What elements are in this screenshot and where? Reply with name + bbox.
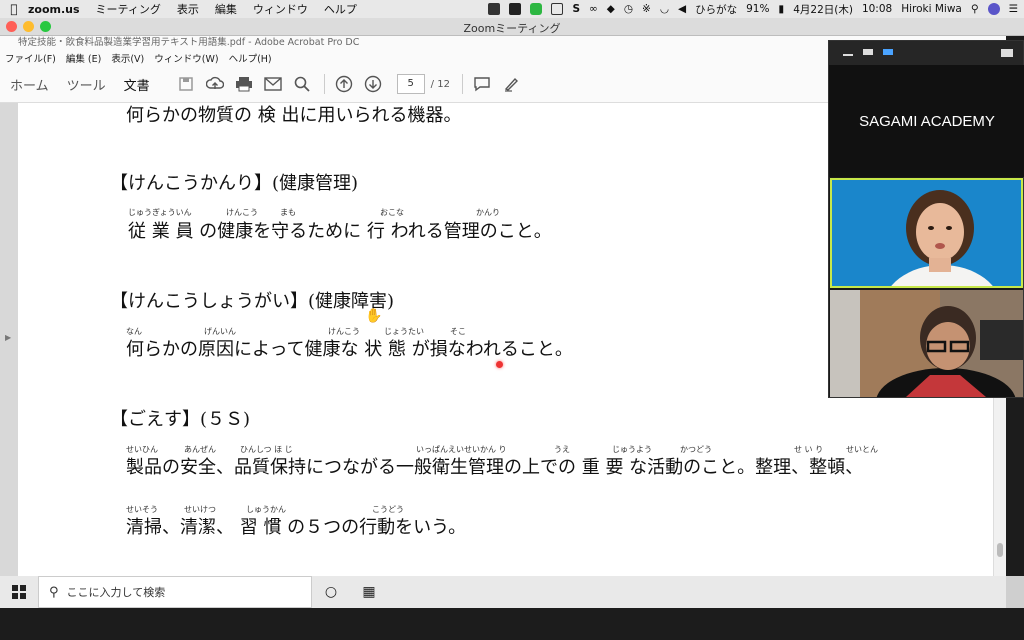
term-heading-goesu: 【ごえす】(５Ｓ) [110, 409, 251, 430]
participant-video-image [830, 290, 1023, 397]
menu-edit[interactable]: 編集 [215, 1, 237, 17]
pen-icon[interactable] [501, 74, 521, 94]
bluetooth-icon[interactable]: ※ [642, 3, 651, 15]
menu-window[interactable]: ウィンドウ(W) [154, 51, 218, 65]
clock-date[interactable]: 4月22日(木) [793, 2, 853, 17]
zoom-titlebar: Zoomミーティング [0, 18, 1024, 36]
control-center-icon[interactable]: ☰ [1009, 3, 1018, 15]
windows-taskbar: ⚲ ここに入力して検索 ○ ▦ [0, 576, 1006, 608]
menu-meeting[interactable]: ミーティング [96, 1, 161, 17]
participant-video-image [832, 180, 1021, 286]
user-name[interactable]: Hiroki Miwa [901, 3, 962, 15]
mac-menubar:  zoom.us ミーティング 表示 編集 ウィンドウ ヘルプ S ∞ ◆ ◷… [0, 0, 1024, 18]
menu-view[interactable]: 表示 [177, 1, 199, 17]
time-machine-icon[interactable]: ◷ [624, 3, 633, 15]
previous-page-icon[interactable] [334, 74, 354, 94]
participant-video-2[interactable] [830, 290, 1023, 397]
menu-view[interactable]: 表示(V) [111, 51, 144, 65]
menu-edit[interactable]: 編集 (E) [66, 51, 101, 65]
screen-bottom-bar [0, 608, 1024, 640]
clock-time[interactable]: 10:08 [862, 3, 892, 15]
gallery-view-icon[interactable] [883, 49, 893, 55]
scrollbar-corner [1006, 576, 1024, 608]
siri-icon[interactable] [987, 3, 1000, 15]
menu-file[interactable]: ファイル(F) [5, 51, 56, 65]
check-icon[interactable] [509, 3, 522, 15]
term-heading-kenkoukanri: 【けんこうかんり】(健康管理) [110, 173, 359, 194]
zoom-video-panel: SAGAMI ACADEMY [828, 40, 1024, 398]
battery-percent[interactable]: 91% [746, 3, 769, 15]
line-icon[interactable] [530, 3, 543, 15]
term-definition-kenkoukanri: 従 業 員 の健康を守るために 行 われる管理のこと。 [128, 221, 552, 242]
mail-icon[interactable] [263, 74, 283, 94]
save-icon[interactable] [176, 74, 196, 94]
page-total: / 12 [430, 78, 450, 90]
print-icon[interactable] [234, 74, 254, 94]
menu-help[interactable]: ヘルプ [324, 1, 357, 17]
zoom-status-icon[interactable] [488, 3, 501, 15]
windows-start-icon[interactable] [0, 576, 38, 608]
menu-app-zoom[interactable]: zoom.us [28, 3, 80, 16]
minimize-panel-icon[interactable] [843, 54, 853, 56]
creative-cloud-icon[interactable]: ∞ [589, 3, 598, 15]
toolbar-divider [323, 74, 325, 94]
dropbox-icon[interactable]: ◆ [607, 3, 615, 15]
input-mode[interactable]: ひらがな [695, 2, 737, 17]
zoom-window-title: Zoomミーティング [463, 22, 561, 35]
page-number-input[interactable]: 5 [396, 74, 425, 94]
term-definition-goesu-line2: 清掃、清潔、 習 慣 の５つの行動をいう。 [126, 517, 467, 538]
s-icon[interactable]: S [572, 3, 580, 15]
speaker-view-icon[interactable] [863, 49, 873, 55]
left-panel-toggle[interactable]: ▶ [0, 103, 18, 576]
term-heading-kenkoushougai: 【けんこうしょうがい】(健康障害) [110, 291, 395, 312]
cortana-icon[interactable]: ○ [312, 576, 350, 608]
search-icon[interactable] [292, 74, 312, 94]
toolbar-divider [461, 74, 463, 94]
spotlight-icon[interactable]: ⚲ [971, 3, 979, 15]
laser-pointer-dot [496, 361, 503, 368]
wifi-icon[interactable]: ◡ [660, 3, 669, 15]
expand-arrow-icon[interactable]: ▶ [5, 333, 11, 342]
participant-tile-host[interactable]: SAGAMI ACADEMY [829, 65, 1024, 177]
task-view-icon[interactable]: ▦ [350, 576, 388, 608]
expand-panel-icon[interactable] [1001, 49, 1013, 57]
tab-document[interactable]: 文書 [123, 75, 150, 105]
tab-tools[interactable]: ツール [67, 75, 106, 94]
term-definition-kenkoushougai: 何らかの原因によって健康な 状 態 が損なわれること。 [126, 339, 573, 360]
menu-help[interactable]: ヘルプ(H) [229, 51, 272, 65]
text-line-0: 何らかの物質の 検 出に用いられる機器。 [126, 105, 462, 126]
search-placeholder: ここに入力して検索 [66, 586, 166, 599]
term-definition-goesu-line1: 製品の安全、品質保持につながる一般衛生管理の上での 重 要 な活動のこと。整理、… [126, 457, 864, 478]
volume-icon[interactable]: ◀ [678, 3, 686, 15]
clipboard-icon[interactable] [551, 3, 564, 15]
search-icon: ⚲ [49, 584, 59, 600]
apple-icon[interactable]:  [0, 2, 28, 16]
menu-window[interactable]: ウィンドウ [253, 1, 308, 17]
next-page-icon[interactable] [363, 74, 383, 94]
participant-video-1[interactable] [830, 178, 1023, 288]
taskbar-search-input[interactable]: ⚲ ここに入力して検索 [38, 576, 312, 608]
scrollbar-thumb[interactable] [997, 543, 1003, 557]
video-panel-toolbar [829, 41, 1023, 65]
comment-icon[interactable] [472, 74, 492, 94]
hand-cursor-icon: ✋ [365, 308, 383, 324]
tab-home[interactable]: ホーム [10, 75, 49, 94]
participant-name: SAGAMI ACADEMY [859, 112, 995, 130]
upload-cloud-icon[interactable] [205, 74, 225, 94]
battery-icon[interactable]: ▮ [778, 3, 784, 15]
